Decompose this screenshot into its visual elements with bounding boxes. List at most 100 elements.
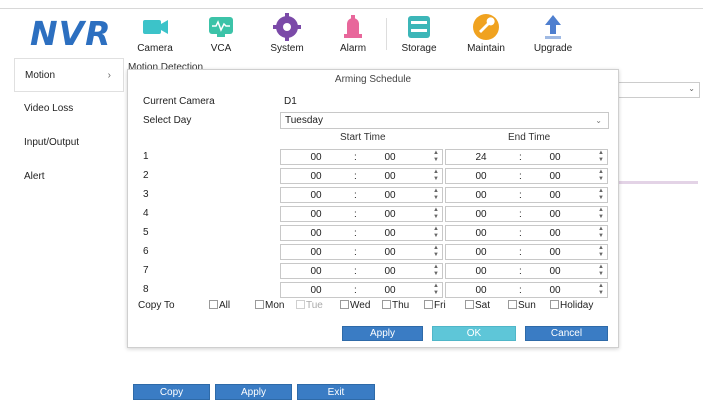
- select-day-label: Select Day: [143, 115, 192, 126]
- sidebar-item-motion[interactable]: Motion › –: [14, 58, 133, 92]
- end-hour[interactable]: 00: [470, 209, 492, 220]
- start-hour[interactable]: 00: [305, 266, 327, 277]
- sidebar-item-alert[interactable]: Alert: [14, 160, 124, 194]
- start-time-input[interactable]: 00: 00 ▲ ▼: [280, 206, 443, 222]
- spinner-icon[interactable]: ▲ ▼: [597, 245, 605, 259]
- select-day-value: Tuesday: [285, 115, 323, 126]
- spinner-icon[interactable]: ▲ ▼: [597, 283, 605, 297]
- checkbox-label: Mon: [265, 300, 285, 311]
- spinner-icon[interactable]: ▲ ▼: [432, 150, 440, 164]
- apply-button[interactable]: Apply: [342, 326, 423, 341]
- end-minute[interactable]: 00: [544, 266, 566, 277]
- nav-camera-label: Camera: [137, 43, 173, 54]
- start-time-input[interactable]: 00: 00 ▲ ▼: [280, 187, 443, 203]
- end-hour[interactable]: 00: [470, 228, 492, 239]
- copy-to-mon-checkbox[interactable]: Mon: [255, 300, 284, 311]
- end-time-input[interactable]: 00: 00 ▲ ▼: [445, 206, 608, 222]
- start-time-input[interactable]: 00: 00 ▲ ▼: [280, 282, 443, 298]
- spinner-icon[interactable]: ▲ ▼: [432, 283, 440, 297]
- end-time-input[interactable]: 00: 00 ▲ ▼: [445, 244, 608, 260]
- nav-camera[interactable]: Camera: [120, 12, 190, 54]
- start-minute[interactable]: 00: [379, 209, 401, 220]
- start-minute[interactable]: 00: [379, 285, 401, 296]
- time-colon: :: [519, 228, 522, 239]
- end-time-input[interactable]: 24: 00 ▲ ▼: [445, 149, 608, 165]
- start-minute[interactable]: 00: [379, 247, 401, 258]
- end-hour[interactable]: 00: [470, 171, 492, 182]
- end-minute[interactable]: 00: [544, 228, 566, 239]
- nav-upgrade[interactable]: Upgrade: [518, 12, 588, 54]
- end-minute[interactable]: 00: [544, 171, 566, 182]
- start-time-input[interactable]: 00: 00 ▲ ▼: [280, 225, 443, 241]
- start-hour[interactable]: 00: [305, 247, 327, 258]
- end-time-input[interactable]: 00: 00 ▲ ▼: [445, 168, 608, 184]
- sidebar-item-video-loss[interactable]: Video Loss: [14, 92, 124, 126]
- end-hour[interactable]: 00: [470, 190, 492, 201]
- sensitivity-slider[interactable]: [610, 181, 698, 184]
- end-minute[interactable]: 00: [544, 209, 566, 220]
- start-hour[interactable]: 00: [305, 228, 327, 239]
- end-minute[interactable]: 00: [544, 247, 566, 258]
- end-time-input[interactable]: 00: 00 ▲ ▼: [445, 282, 608, 298]
- chevron-right-icon: ›: [107, 70, 111, 81]
- end-hour[interactable]: 00: [470, 285, 492, 296]
- spinner-icon[interactable]: ▲ ▼: [597, 169, 605, 183]
- start-minute[interactable]: 00: [379, 190, 401, 201]
- spinner-icon[interactable]: ▲ ▼: [432, 207, 440, 221]
- dialog-title: Arming Schedule: [334, 74, 412, 85]
- select-day-dropdown[interactable]: Tuesday ⌄: [280, 112, 609, 129]
- start-minute[interactable]: 00: [379, 266, 401, 277]
- start-minute[interactable]: 00: [379, 152, 401, 163]
- end-time-input[interactable]: 00: 00 ▲ ▼: [445, 225, 608, 241]
- copy-to-all-checkbox[interactable]: All: [209, 300, 230, 311]
- end-time-input[interactable]: 00: 00 ▲ ▼: [445, 187, 608, 203]
- end-minute[interactable]: 00: [544, 285, 566, 296]
- apply-page-button[interactable]: Apply: [215, 384, 292, 400]
- cancel-button[interactable]: Cancel: [525, 326, 608, 341]
- start-hour[interactable]: 00: [305, 209, 327, 220]
- start-time-input[interactable]: 00: 00 ▲ ▼: [280, 149, 443, 165]
- start-time-input[interactable]: 00: 00 ▲ ▼: [280, 263, 443, 279]
- copy-button[interactable]: Copy: [133, 384, 210, 400]
- ok-button[interactable]: OK: [432, 326, 516, 341]
- start-hour[interactable]: 00: [305, 152, 327, 163]
- end-time-input[interactable]: 00: 00 ▲ ▼: [445, 263, 608, 279]
- copy-to-thu-checkbox[interactable]: Thu: [382, 300, 409, 311]
- end-hour[interactable]: 24: [470, 152, 492, 163]
- spinner-icon[interactable]: ▲ ▼: [432, 226, 440, 240]
- copy-to-holiday-checkbox[interactable]: Holiday: [550, 300, 593, 311]
- start-hour[interactable]: 00: [305, 171, 327, 182]
- spinner-icon[interactable]: ▲ ▼: [597, 150, 605, 164]
- nav-storage[interactable]: Storage: [384, 12, 454, 54]
- spinner-icon[interactable]: ▲ ▼: [432, 245, 440, 259]
- copy-to-fri-checkbox[interactable]: Fri: [424, 300, 446, 311]
- nav-alarm[interactable]: Alarm: [318, 12, 388, 54]
- start-hour[interactable]: 00: [305, 285, 327, 296]
- spinner-icon[interactable]: ▲ ▼: [597, 207, 605, 221]
- start-time-input[interactable]: 00: 00 ▲ ▼: [280, 244, 443, 260]
- sidebar-item-input-output[interactable]: Input/Output: [14, 126, 124, 160]
- copy-to-sat-checkbox[interactable]: Sat: [465, 300, 490, 311]
- start-time-input[interactable]: 00: 00 ▲ ▼: [280, 168, 443, 184]
- end-minute[interactable]: 00: [544, 190, 566, 201]
- end-hour[interactable]: 00: [470, 266, 492, 277]
- exit-button[interactable]: Exit: [297, 384, 375, 400]
- start-hour[interactable]: 00: [305, 190, 327, 201]
- start-minute[interactable]: 00: [379, 171, 401, 182]
- copy-to-wed-checkbox[interactable]: Wed: [340, 300, 370, 311]
- spinner-icon[interactable]: ▲ ▼: [432, 264, 440, 278]
- spinner-icon[interactable]: ▲ ▼: [597, 264, 605, 278]
- nav-vca[interactable]: VCA: [186, 12, 256, 54]
- spinner-icon[interactable]: ▲ ▼: [432, 188, 440, 202]
- end-hour[interactable]: 00: [470, 247, 492, 258]
- copy-to-label: Copy To: [138, 300, 175, 311]
- spinner-icon[interactable]: ▲ ▼: [432, 169, 440, 183]
- copy-to-tue-checkbox: Tue: [296, 300, 323, 311]
- spinner-icon[interactable]: ▲ ▼: [597, 226, 605, 240]
- spinner-icon[interactable]: ▲ ▼: [597, 188, 605, 202]
- nav-maintain[interactable]: Maintain: [451, 12, 521, 54]
- start-minute[interactable]: 00: [379, 228, 401, 239]
- end-minute[interactable]: 00: [544, 152, 566, 163]
- nav-system[interactable]: System: [252, 12, 322, 54]
- copy-to-sun-checkbox[interactable]: Sun: [508, 300, 536, 311]
